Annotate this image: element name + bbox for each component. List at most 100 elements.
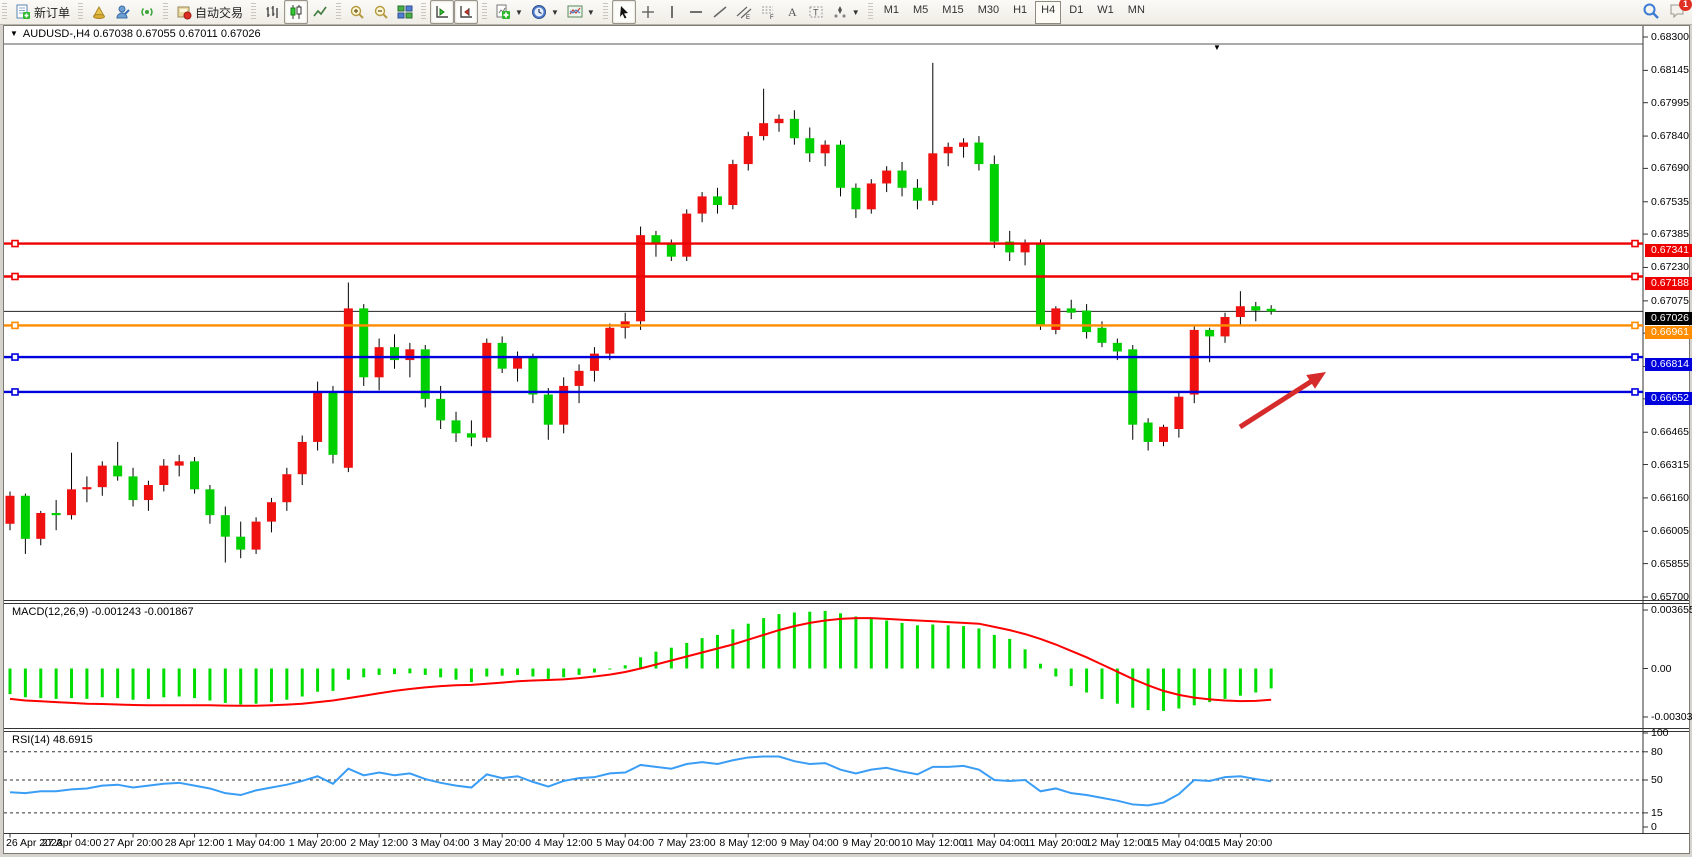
chart-canvas[interactable] (4, 26, 1689, 853)
gold-tool-icon (91, 4, 107, 20)
trendline-icon (712, 4, 728, 20)
macd-tick: -0.00303 (1651, 711, 1692, 723)
candlestick-series[interactable] (6, 63, 1276, 563)
bar-chart-icon (264, 4, 280, 20)
current-price-tag: 0.67026 (1645, 312, 1692, 325)
svg-text:T: T (813, 8, 819, 18)
notifications-icon[interactable]: 1 (1668, 2, 1686, 23)
periods-button[interactable]: ▼ (527, 0, 563, 24)
trend-arrow[interactable] (1240, 372, 1326, 427)
timeframe-h4-button[interactable]: H4 (1035, 1, 1061, 24)
zoom-out-button[interactable] (369, 0, 393, 24)
toolbar-separator (2, 3, 7, 21)
signals-icon-button[interactable] (135, 0, 159, 24)
price-tick: 0.65855 (1651, 558, 1692, 570)
timeframe-d1-button[interactable]: D1 (1063, 1, 1089, 24)
candles-icon (288, 4, 304, 20)
timeframe-m30-button[interactable]: M30 (972, 1, 1005, 24)
text-button[interactable]: A (780, 0, 804, 24)
candlestick-chart-button[interactable] (284, 0, 308, 24)
timeframe-group: M1M5M15M30H1H4D1W1MN (875, 0, 1154, 24)
price-tick: 0.67840 (1651, 130, 1692, 142)
macd-tick: 0.00 (1651, 663, 1692, 675)
bar-chart-button[interactable] (260, 0, 284, 24)
price-tick: 0.65700 (1651, 591, 1692, 603)
chart-shift-button[interactable] (454, 0, 478, 24)
dropdown-arrow-icon[interactable]: ▼ (852, 8, 860, 17)
price-tag-0.66652: 0.66652 (1645, 392, 1692, 405)
macd-pane[interactable] (9, 611, 1273, 711)
fibonacci-button[interactable]: F (756, 0, 780, 24)
hline-button[interactable] (684, 0, 708, 24)
price-tick: 0.67385 (1651, 228, 1692, 240)
cursor-button[interactable] (612, 0, 636, 24)
chart-menu-triangle-icon[interactable]: ▼ (10, 29, 18, 38)
timeframe-mn-button[interactable]: MN (1122, 1, 1151, 24)
signals-icon (139, 4, 155, 20)
channel-icon: E (736, 4, 752, 20)
profile-icon-button[interactable] (111, 0, 135, 24)
shapes-button[interactable]: ▼ (828, 0, 864, 24)
new-order-button[interactable]: 新订单 (11, 0, 74, 24)
price-tick: 0.68300 (1651, 31, 1692, 43)
vline-button[interactable] (660, 0, 684, 24)
search-icon[interactable] (1642, 2, 1660, 23)
rsi-tick: 15 (1651, 807, 1692, 819)
autotrade-icon (176, 4, 192, 20)
template-icon (567, 4, 583, 20)
channel-button[interactable]: E (732, 0, 756, 24)
line-chart-button[interactable] (308, 0, 332, 24)
price-tick: 0.67075 (1651, 295, 1692, 307)
gold-tool-icon-button[interactable] (87, 0, 111, 24)
rsi-line (10, 757, 1271, 806)
price-tick: 0.67690 (1651, 162, 1692, 174)
price-tick: 0.67995 (1651, 97, 1692, 109)
horizontal-lines[interactable] (4, 241, 1643, 395)
dropdown-arrow-icon[interactable]: ▼ (587, 8, 595, 17)
toolbar-separator (868, 3, 873, 21)
notification-badge: 1 (1679, 0, 1692, 11)
dropdown-arrow-icon[interactable]: ▼ (515, 8, 523, 17)
tile-windows-button[interactable] (393, 0, 417, 24)
new-order-icon (15, 4, 31, 20)
label-button[interactable]: T (804, 0, 828, 24)
chart-shift-marker-icon[interactable]: ▼ (1213, 43, 1221, 52)
toolbar-separator (603, 3, 608, 21)
toolbar-separator (421, 3, 426, 21)
toolbar-group: ▼ ▼ ▼ (489, 0, 601, 24)
new-order-button-label: 新订单 (34, 4, 70, 21)
rsi-tick: 50 (1651, 774, 1692, 786)
vline-icon (664, 4, 680, 20)
timeframe-m5-button[interactable]: M5 (907, 1, 934, 24)
indicators-button[interactable]: ▼ (491, 0, 527, 24)
time-label: 15 May 20:00 (1198, 837, 1282, 849)
price-tick: 0.66005 (1651, 525, 1692, 537)
auto-scroll-button[interactable] (430, 0, 454, 24)
timeframe-m1-button[interactable]: M1 (878, 1, 905, 24)
clock-icon (531, 4, 547, 20)
trendline-button[interactable] (708, 0, 732, 24)
dropdown-arrow-icon[interactable]: ▼ (551, 8, 559, 17)
line-chart-icon (312, 4, 328, 20)
toolbar-group (85, 0, 161, 24)
label-icon: T (808, 4, 824, 20)
templates-button[interactable]: ▼ (563, 0, 599, 24)
autotrade-button-label: 自动交易 (195, 4, 243, 21)
timeframe-w1-button[interactable]: W1 (1091, 1, 1120, 24)
chart-title: ▼ AUDUSD-,H4 0.67038 0.67055 0.67011 0.67… (10, 28, 261, 40)
text-icon: A (784, 4, 800, 20)
svg-text:E: E (746, 15, 750, 20)
crosshair-button[interactable] (636, 0, 660, 24)
zoom-in-button[interactable] (345, 0, 369, 24)
autotrade-button[interactable]: 自动交易 (172, 0, 247, 24)
toolbar-group: E FA T ▼ (610, 0, 866, 24)
chart-window[interactable]: ▼ AUDUSD-,H4 0.67038 0.67055 0.67011 0.67… (3, 25, 1690, 854)
price-tick: 0.66465 (1651, 426, 1692, 438)
timeframe-h1-button[interactable]: H1 (1007, 1, 1033, 24)
rsi-pane[interactable] (4, 752, 1643, 813)
timeframe-m15-button[interactable]: M15 (936, 1, 969, 24)
shapes-icon (832, 4, 848, 20)
chart-title-text: AUDUSD-,H4 0.67038 0.67055 0.67011 0.670… (23, 28, 261, 40)
price-tag-0.67188: 0.67188 (1645, 277, 1692, 290)
price-tick: 0.67535 (1651, 196, 1692, 208)
